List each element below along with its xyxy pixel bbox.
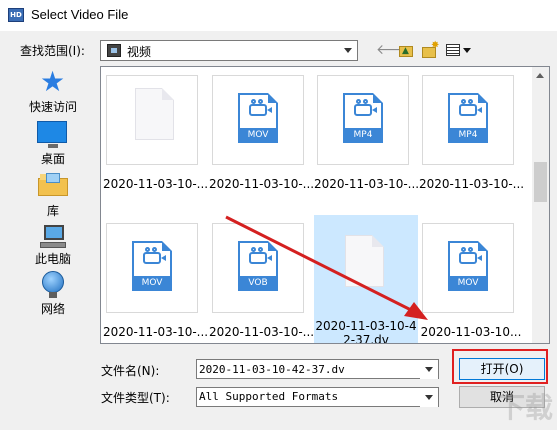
chevron-down-icon[interactable] [420,360,438,379]
file-name-input[interactable] [199,361,419,377]
place-quick-access[interactable]: ★ 快速访问 [10,66,96,118]
back-arrow-icon[interactable]: 🡐 [376,41,414,59]
up-folder-icon[interactable]: ▲ [398,41,414,59]
file-item[interactable]: MP4 2020-11-03-10-... [419,67,523,197]
place-label: 网络 [40,302,65,316]
chevron-down-icon[interactable] [420,388,438,407]
file-item[interactable]: MOV 2020-11-03-10-... [103,215,207,343]
quick-access-star-icon: ★ [40,65,66,98]
file-type-value: All Supported Formats [199,390,339,403]
video-file-icon: MOV [448,241,488,291]
network-icon [40,271,66,299]
file-name: 2020-11-03-10... [420,325,522,339]
file-item[interactable]: VOB 2020-11-03-10-... [209,215,313,343]
file-item[interactable]: 2020-11-03-10-... [103,67,207,197]
view-menu-icon[interactable] [446,41,474,59]
watermark: 下载 [496,391,553,424]
look-in-dropdown[interactable]: 视频 [100,40,358,61]
desktop-icon [37,121,67,148]
file-type-select[interactable]: All Supported Formats [196,387,439,407]
file-thumbnail [317,223,409,313]
this-pc-icon [40,225,66,249]
library-icon [38,172,68,196]
window-title: Select Video File [31,7,129,22]
file-name: 2020-11-03-10-... [419,177,523,191]
file-thumbnail: MOV [106,223,198,313]
file-name: 2020-11-03-10-... [103,325,207,339]
file-thumbnail: MOV [422,223,514,313]
look-in-value: 视频 [127,45,152,59]
file-thumbnail: MP4 [317,75,409,165]
vertical-scrollbar[interactable] [532,67,549,343]
place-this-pc[interactable]: 此电脑 [10,222,96,274]
place-desktop[interactable]: 桌面 [10,118,96,170]
file-thumbnail: MP4 [422,75,514,165]
video-app-icon: HD [8,8,24,22]
place-label: 库 [46,204,59,218]
file-name: 2020-11-03-10-... [314,177,418,191]
file-item[interactable]: MOV 2020-11-03-10... [419,215,523,343]
file-item-selected[interactable]: 2020-11-03-10-42-37.dv [314,215,418,344]
scrollbar-thumb[interactable] [534,162,547,202]
video-file-icon: MP4 [448,93,488,143]
file-name: 2020-11-03-10-... [103,177,207,191]
chevron-down-icon[interactable] [339,41,357,60]
file-item[interactable]: MOV 2020-11-03-10-... [209,67,313,197]
video-folder-icon [107,44,121,57]
file-name-field[interactable] [196,359,439,379]
file-thumbnail: VOB [212,223,304,313]
file-thumbnail [106,75,198,165]
place-network[interactable]: 网络 [10,270,96,322]
file-name: 2020-11-03-10-... [209,325,313,339]
blank-file-icon [345,235,384,287]
open-button-highlight [452,349,548,384]
blank-file-icon [135,88,174,140]
scroll-up-icon[interactable] [532,67,549,84]
file-name-label: 文件名(N): [101,364,160,378]
place-label: 快速访问 [28,100,77,114]
video-file-icon: MP4 [343,93,383,143]
look-in-label: 查找范围(I): [20,44,85,58]
place-label: 桌面 [40,152,65,166]
file-name: 2020-11-03-10-... [209,177,313,191]
file-name: 2020-11-03-10-42-37.dv [315,319,417,344]
title-bar: HD Select Video File [0,0,557,31]
place-label: 此电脑 [34,252,71,266]
file-list-view[interactable]: 2020-11-03-10-... MOV 2020-11-03-10-... … [100,66,550,344]
place-library[interactable]: 库 [10,170,96,222]
file-type-label: 文件类型(T): [101,391,170,405]
new-folder-icon[interactable]: ✸ [421,41,439,59]
video-file-icon: MOV [238,93,278,143]
file-thumbnail: MOV [212,75,304,165]
video-file-icon: VOB [238,241,278,291]
video-file-icon: MOV [132,241,172,291]
file-item[interactable]: MP4 2020-11-03-10-... [314,67,418,197]
